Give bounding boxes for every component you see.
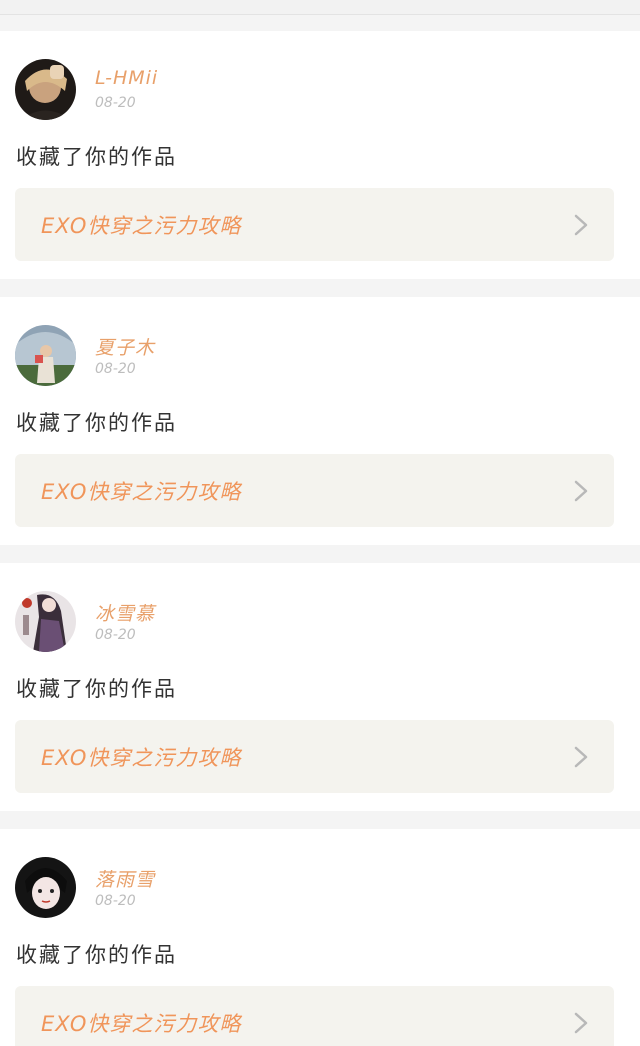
username[interactable]: 夏子木 [95, 333, 155, 360]
work-link[interactable]: EXO快穿之污力攻略 [15, 986, 614, 1046]
action-text: 收藏了你的作品 [16, 411, 177, 435]
action-text: 收藏了你的作品 [16, 677, 177, 701]
notification-card: 夏子木 08-20 收藏了你的作品 EXO快穿之污力攻略 [0, 297, 640, 545]
notification-card: 冰雪慕 08-20 收藏了你的作品 EXO快穿之污力攻略 [0, 563, 640, 811]
user-avatar[interactable] [15, 325, 76, 386]
chevron-right-icon [574, 214, 588, 236]
user-avatar[interactable] [15, 59, 76, 120]
work-title: EXO快穿之污力攻略 [41, 480, 242, 504]
chevron-right-icon [574, 746, 588, 768]
timestamp: 08-20 [95, 893, 136, 909]
notification-feed: L-HMii 08-20 收藏了你的作品 EXO快穿之污力攻略 夏子木 08-2… [0, 0, 640, 1046]
user-avatar[interactable] [15, 857, 76, 918]
work-title: EXO快穿之污力攻略 [41, 746, 242, 770]
work-title: EXO快穿之污力攻略 [41, 1012, 242, 1036]
timestamp: 08-20 [95, 627, 136, 643]
timestamp: 08-20 [95, 95, 136, 111]
work-link[interactable]: EXO快穿之污力攻略 [15, 188, 614, 261]
action-text: 收藏了你的作品 [16, 145, 177, 169]
username[interactable]: L-HMii [95, 67, 158, 89]
work-link[interactable]: EXO快穿之污力攻略 [15, 454, 614, 527]
avatar-image-icon [15, 857, 76, 918]
username[interactable]: 冰雪慕 [95, 599, 155, 626]
username[interactable]: 落雨雪 [95, 865, 155, 892]
avatar-image-icon [15, 591, 76, 652]
avatar-image-icon [15, 325, 76, 386]
chevron-right-icon [574, 1012, 588, 1034]
work-title: EXO快穿之污力攻略 [41, 214, 242, 238]
notification-card: L-HMii 08-20 收藏了你的作品 EXO快穿之污力攻略 [0, 31, 640, 279]
work-link[interactable]: EXO快穿之污力攻略 [15, 720, 614, 793]
avatar-image-icon [15, 59, 76, 120]
top-divider [0, 0, 640, 15]
user-avatar[interactable] [15, 591, 76, 652]
action-text: 收藏了你的作品 [16, 943, 177, 967]
chevron-right-icon [574, 480, 588, 502]
timestamp: 08-20 [95, 361, 136, 377]
notification-card: 落雨雪 08-20 收藏了你的作品 EXO快穿之污力攻略 [0, 829, 640, 1046]
